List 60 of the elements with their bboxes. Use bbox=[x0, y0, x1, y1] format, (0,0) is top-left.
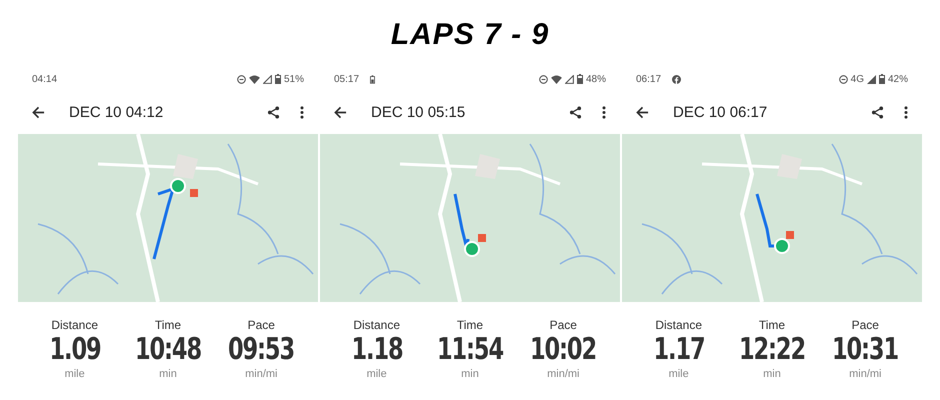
stat-unit: min bbox=[763, 368, 781, 380]
back-arrow-icon[interactable] bbox=[32, 106, 45, 118]
wifi-icon bbox=[550, 74, 562, 84]
stat-value: 12:22 bbox=[738, 332, 805, 368]
stat-label: Time bbox=[758, 318, 786, 332]
share-icon[interactable] bbox=[267, 106, 280, 118]
signal-icon bbox=[564, 74, 574, 84]
stat-value: 1.18 bbox=[351, 332, 402, 368]
network-type: 4G bbox=[850, 74, 864, 84]
stat-value: 1.09 bbox=[49, 332, 100, 368]
battery-icon bbox=[274, 74, 281, 84]
stat-unit: min bbox=[461, 368, 479, 380]
stat-value: 10:31 bbox=[832, 332, 898, 368]
signal-icon bbox=[262, 74, 272, 84]
activity-title: DEC 10 06:17 bbox=[673, 104, 768, 120]
stat-value: 11:54 bbox=[436, 332, 503, 368]
status-time: 04:14 bbox=[32, 74, 58, 84]
stat-label: Time bbox=[154, 318, 182, 332]
stat-value: 10:48 bbox=[134, 332, 201, 368]
activity-title: DEC 10 04:12 bbox=[69, 104, 164, 120]
battery-level: 42% bbox=[888, 74, 908, 84]
stat-label: Distance bbox=[655, 318, 702, 332]
share-icon[interactable] bbox=[569, 106, 582, 118]
status-time: 05:17 bbox=[334, 74, 360, 84]
share-icon[interactable] bbox=[871, 106, 884, 118]
stat-value: 1.17 bbox=[653, 332, 704, 368]
battery-icon bbox=[576, 74, 583, 84]
stat-unit: mile bbox=[366, 368, 387, 380]
stat-label: Pace bbox=[248, 318, 275, 332]
back-arrow-icon[interactable] bbox=[636, 106, 649, 118]
more-options-icon[interactable] bbox=[300, 106, 304, 118]
battery-icon bbox=[370, 74, 376, 84]
stat-value: 09:53 bbox=[228, 332, 294, 368]
signal-icon bbox=[866, 74, 876, 84]
battery-level: 48% bbox=[586, 74, 606, 84]
stat-unit: min bbox=[159, 368, 177, 380]
stat-label: Pace bbox=[852, 318, 879, 332]
stat-label: Distance bbox=[353, 318, 400, 332]
page-title: LAPS 7 - 9 bbox=[390, 17, 550, 53]
stat-unit: mile bbox=[668, 368, 689, 380]
more-options-icon[interactable] bbox=[602, 106, 606, 118]
do-not-disturb-icon bbox=[838, 74, 848, 84]
more-options-icon[interactable] bbox=[904, 106, 908, 118]
facebook-icon bbox=[672, 74, 682, 84]
activity-title: DEC 10 05:15 bbox=[371, 104, 466, 120]
status-time: 06:17 bbox=[636, 74, 662, 84]
stat-label: Distance bbox=[51, 318, 98, 332]
stat-value: 10:02 bbox=[530, 332, 596, 368]
stat-unit: min/mi bbox=[245, 368, 278, 380]
back-arrow-icon[interactable] bbox=[334, 106, 347, 118]
battery-level: 51% bbox=[284, 74, 304, 84]
stat-label: Time bbox=[456, 318, 484, 332]
stat-label: Pace bbox=[550, 318, 577, 332]
stat-unit: min/mi bbox=[849, 368, 882, 380]
battery-icon bbox=[878, 74, 885, 84]
do-not-disturb-icon bbox=[538, 74, 548, 84]
stat-unit: mile bbox=[64, 368, 85, 380]
stat-unit: min/mi bbox=[547, 368, 580, 380]
wifi-icon bbox=[248, 74, 260, 84]
do-not-disturb-icon bbox=[236, 74, 246, 84]
